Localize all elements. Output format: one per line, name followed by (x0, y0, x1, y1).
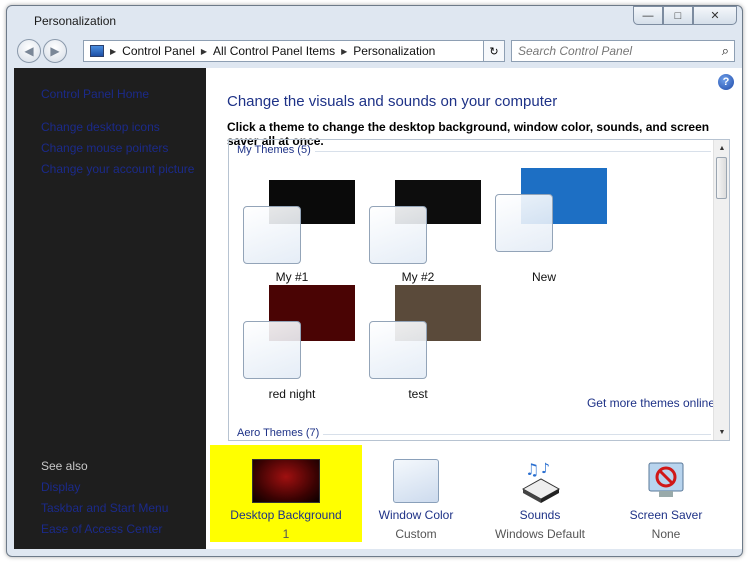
forward-arrow-icon: ▶ (50, 44, 60, 58)
help-icon[interactable]: ? (718, 74, 734, 90)
theme-tile[interactable]: My #2 (355, 180, 481, 284)
breadcrumb-personalization[interactable]: Personalization (353, 44, 435, 58)
breadcrumb-control-panel[interactable]: Control Panel (122, 44, 195, 58)
settings-bar: Desktop Background 1 Window Color Custom… (206, 445, 742, 549)
breadcrumb-separator-icon: ▶ (200, 46, 208, 56)
theme-window-preview (369, 206, 427, 264)
theme-tile[interactable]: New (481, 168, 607, 284)
get-more-themes-link[interactable]: Get more themes online (587, 396, 715, 410)
svg-text:♫: ♫ (525, 460, 539, 479)
scrollbar-thumb[interactable] (716, 157, 727, 199)
group-header-my-themes[interactable]: My Themes (5) (237, 144, 311, 156)
minimize-button[interactable]: — (633, 6, 663, 25)
close-button[interactable]: ✕ (693, 6, 737, 25)
search-placeholder: Search Control Panel (518, 44, 633, 58)
window-controls: — □ ✕ (633, 6, 737, 25)
sounds-icon: ♫ ♪ (517, 459, 563, 503)
svg-text:♪: ♪ (541, 461, 550, 477)
theme-label: New (531, 270, 556, 284)
forward-button[interactable]: ▶ (43, 39, 67, 63)
group-divider (315, 151, 711, 152)
group-divider (323, 434, 711, 435)
setting-value: None (651, 527, 681, 541)
theme-window-preview (369, 321, 427, 379)
see-also-label: See also (41, 459, 88, 473)
main-content: ? Change the visuals and sounds on your … (206, 68, 742, 549)
breadcrumb-separator-icon: ▶ (110, 46, 117, 56)
window-title: Personalization (34, 14, 117, 28)
scroll-up-icon[interactable]: ▲ (714, 140, 729, 156)
theme-window-preview (495, 194, 553, 252)
see-also-ease-of-access[interactable]: Ease of Access Center (41, 522, 162, 536)
setting-title: Screen Saver (629, 508, 703, 522)
theme-tile[interactable]: red night (229, 285, 355, 401)
theme-label: red night (268, 387, 316, 401)
title-bar: Personalization — □ ✕ (7, 6, 742, 36)
search-input[interactable]: Search Control Panel ⌕ (511, 40, 735, 62)
theme-label: My #1 (275, 270, 309, 284)
theme-window-preview (243, 321, 301, 379)
screen-saver-icon (643, 459, 689, 503)
maximize-button[interactable]: □ (663, 6, 693, 25)
desktop-background-icon (252, 459, 320, 503)
breadcrumb-separator-icon: ▶ (341, 46, 348, 56)
theme-label: My #2 (401, 270, 435, 284)
back-button[interactable]: ◀ (17, 39, 41, 63)
screen-saver-button[interactable]: Screen Saver None (590, 445, 742, 542)
breadcrumb-all-items[interactable]: All Control Panel Items (213, 44, 335, 58)
see-also-display[interactable]: Display (41, 480, 80, 494)
address-bar[interactable]: ▶ Control Panel ▶ All Control Panel Item… (83, 40, 503, 62)
theme-window-preview (243, 206, 301, 264)
sidebar-link-desktop-icons[interactable]: Change desktop icons (41, 120, 160, 134)
sidebar: Control Panel Home Change desktop icons … (14, 68, 206, 549)
scroll-down-icon[interactable]: ▼ (714, 424, 729, 440)
sidebar-link-control-panel-home[interactable]: Control Panel Home (41, 87, 149, 101)
sidebar-link-account-picture[interactable]: Change your account picture (41, 162, 194, 176)
page-heading: Change the visuals and sounds on your co… (227, 93, 558, 110)
window-color-icon (393, 459, 439, 503)
gallery-scrollbar[interactable]: ▲ ▼ (713, 140, 729, 440)
see-also-taskbar[interactable]: Taskbar and Start Menu (41, 501, 168, 515)
search-icon[interactable]: ⌕ (722, 43, 729, 59)
group-header-aero-themes[interactable]: Aero Themes (7) (237, 427, 319, 439)
control-panel-icon (90, 45, 104, 57)
theme-tile[interactable]: test (355, 285, 481, 401)
sidebar-link-mouse-pointers[interactable]: Change mouse pointers (41, 141, 168, 155)
navigation-bar: ◀ ▶ ▶ Control Panel ▶ All Control Panel … (15, 38, 735, 64)
personalization-window: Personalization — □ ✕ ◀ ▶ ▶ Control Pane… (6, 5, 743, 557)
theme-gallery: My Themes (5) My #1 My #2 New red night (228, 139, 730, 441)
refresh-button[interactable]: ↻ (483, 40, 505, 62)
theme-tile[interactable]: My #1 (229, 180, 355, 284)
theme-label: test (408, 387, 428, 401)
refresh-icon: ↻ (489, 45, 499, 58)
back-arrow-icon: ◀ (24, 44, 34, 58)
